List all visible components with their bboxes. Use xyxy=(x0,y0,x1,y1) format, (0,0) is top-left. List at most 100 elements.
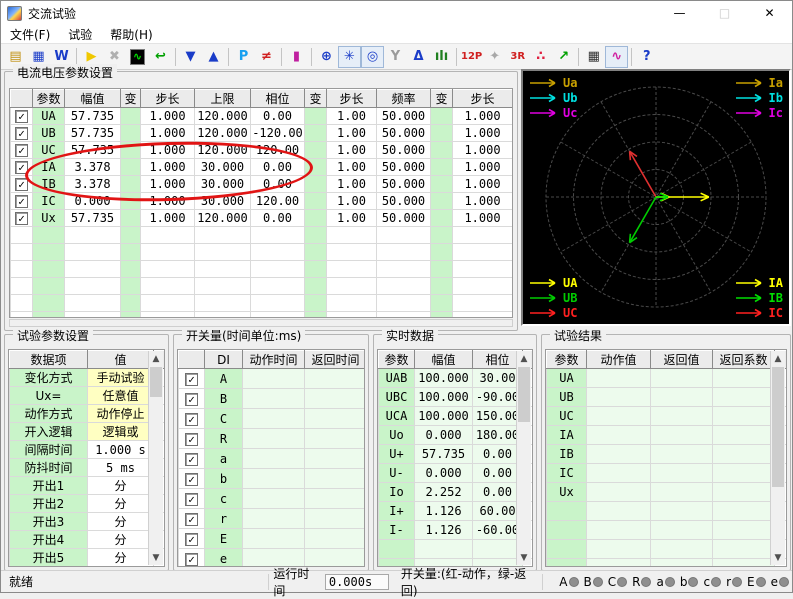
cell-freq[interactable] xyxy=(376,294,431,312)
curve-window-icon[interactable]: ∿ xyxy=(605,45,629,68)
checkbox[interactable]: ✓ xyxy=(185,532,198,546)
cell-phase[interactable]: 0.00 xyxy=(250,209,305,227)
cell-freq[interactable]: 50.000 xyxy=(376,209,431,227)
cell-value[interactable]: 分 xyxy=(87,512,154,531)
cell-limit[interactable]: 120.000 xyxy=(194,209,251,227)
cell-step2[interactable]: 1.00 xyxy=(326,124,377,142)
cell-value[interactable]: 分 xyxy=(87,530,154,549)
cell-v2[interactable] xyxy=(304,226,327,244)
cell-step1[interactable] xyxy=(140,277,195,295)
cell-v3[interactable] xyxy=(430,107,453,125)
cell-v3[interactable] xyxy=(430,277,453,295)
cell-limit[interactable] xyxy=(194,243,251,261)
cell-step3[interactable]: 1.000 xyxy=(452,158,512,176)
cell-limit[interactable] xyxy=(194,311,251,317)
checkbox[interactable]: ✓ xyxy=(15,195,28,208)
cell-step3[interactable] xyxy=(452,294,512,312)
step-up-icon[interactable]: ▲ xyxy=(202,46,225,68)
cell-step2[interactable]: 1.00 xyxy=(326,158,377,176)
cell-amp[interactable] xyxy=(64,243,121,261)
cell-step3[interactable]: 1.000 xyxy=(452,124,512,142)
cell-step2[interactable]: 1.00 xyxy=(326,107,377,125)
cell-v2[interactable] xyxy=(304,277,327,295)
checkbox[interactable]: ✓ xyxy=(185,432,198,446)
cell-v3[interactable] xyxy=(430,124,453,142)
cell-step2[interactable]: 1.00 xyxy=(326,175,377,193)
cell-phase[interactable]: 120.00 xyxy=(250,192,305,210)
cell-v3[interactable] xyxy=(430,311,453,317)
cell-step1[interactable]: 1.000 xyxy=(140,107,195,125)
cell-step2[interactable] xyxy=(326,226,377,244)
checkbox[interactable]: ✓ xyxy=(15,144,28,157)
cell-step3[interactable]: 1.000 xyxy=(452,209,512,227)
cell-v1[interactable] xyxy=(120,311,141,317)
checkbox[interactable]: ✓ xyxy=(15,127,28,140)
cell-step1[interactable] xyxy=(140,311,195,317)
scroll-down-icon[interactable]: ▼ xyxy=(517,550,531,565)
cell-phase[interactable] xyxy=(250,311,305,317)
cell-v3[interactable] xyxy=(430,192,453,210)
cell-v1[interactable] xyxy=(120,294,141,312)
results-scrollbar[interactable]: ▲ ▼ xyxy=(770,351,785,565)
cell-step3[interactable] xyxy=(452,311,512,317)
cell-step1[interactable]: 1.000 xyxy=(140,209,195,227)
checkbox[interactable]: ✓ xyxy=(15,212,28,225)
cell-step1[interactable]: 1.000 xyxy=(140,175,195,193)
cell-freq[interactable]: 50.000 xyxy=(376,141,431,159)
cell-v1[interactable] xyxy=(120,175,141,193)
cell-freq[interactable] xyxy=(376,277,431,295)
scroll-thumb[interactable] xyxy=(518,367,530,422)
cell-value[interactable]: 动作停止 xyxy=(87,404,154,423)
cell-value[interactable]: 手动试验 xyxy=(87,368,154,387)
cell-amp[interactable]: 57.735 xyxy=(64,209,121,227)
cell-step1[interactable] xyxy=(140,260,195,278)
checkbox[interactable]: ✓ xyxy=(185,372,198,386)
cell-limit[interactable]: 120.000 xyxy=(194,141,251,159)
menu-test[interactable]: 试验 xyxy=(59,25,101,44)
cell-v3[interactable] xyxy=(430,209,453,227)
scroll-up-icon[interactable]: ▲ xyxy=(517,351,531,366)
cell-amp[interactable] xyxy=(64,260,121,278)
cell-value[interactable]: 分 xyxy=(87,548,154,566)
cell-v1[interactable] xyxy=(120,158,141,176)
cell-step1[interactable] xyxy=(140,243,195,261)
cell-v2[interactable] xyxy=(304,243,327,261)
cell-step3[interactable] xyxy=(452,277,512,295)
cell-value[interactable]: 分 xyxy=(87,494,154,513)
scroll-down-icon[interactable]: ▼ xyxy=(771,550,785,565)
checkbox[interactable]: ✓ xyxy=(185,392,198,406)
cell-step2[interactable] xyxy=(326,294,377,312)
cell-step2[interactable] xyxy=(326,311,377,317)
cell-limit[interactable]: 30.000 xyxy=(194,175,251,193)
cell-v2[interactable] xyxy=(304,294,327,312)
cell-amp[interactable]: 57.735 xyxy=(64,124,121,142)
cell-amp[interactable]: 57.735 xyxy=(64,107,121,125)
checkbox[interactable]: ✓ xyxy=(185,512,198,526)
cell-v1[interactable] xyxy=(120,124,141,142)
cell-freq[interactable]: 50.000 xyxy=(376,192,431,210)
cell-freq[interactable]: 50.000 xyxy=(376,124,431,142)
scroll-down-icon[interactable]: ▼ xyxy=(149,550,163,565)
cell-value[interactable]: 分 xyxy=(88,567,154,568)
cell-v2[interactable] xyxy=(304,175,327,193)
cell-amp[interactable] xyxy=(64,226,121,244)
cell-amp[interactable]: 3.378 xyxy=(64,175,121,193)
cell-v1[interactable] xyxy=(120,141,141,159)
context-help-icon[interactable]: ? xyxy=(635,46,658,68)
cell-limit[interactable]: 120.000 xyxy=(194,124,251,142)
cell-step3[interactable]: 1.000 xyxy=(452,107,512,125)
scroll-thumb[interactable] xyxy=(772,367,784,487)
cell-value[interactable]: 5 ms xyxy=(87,458,154,477)
cell-value[interactable]: 逻辑或 xyxy=(87,422,154,441)
cell-amp[interactable] xyxy=(64,294,121,312)
cell-v3[interactable] xyxy=(430,158,453,176)
cell-step3[interactable]: 1.000 xyxy=(452,175,512,193)
cell-v3[interactable] xyxy=(430,226,453,244)
cell-step1[interactable] xyxy=(140,226,195,244)
cell-freq[interactable]: 50.000 xyxy=(376,158,431,176)
cell-phase[interactable]: 0.00 xyxy=(250,175,305,193)
cell-v2[interactable] xyxy=(304,209,327,227)
delta-connection-icon[interactable]: Δ xyxy=(407,46,430,68)
phase-reverse-icon[interactable]: ≠ xyxy=(255,46,278,68)
target-rings-icon[interactable]: ◎ xyxy=(361,45,384,68)
